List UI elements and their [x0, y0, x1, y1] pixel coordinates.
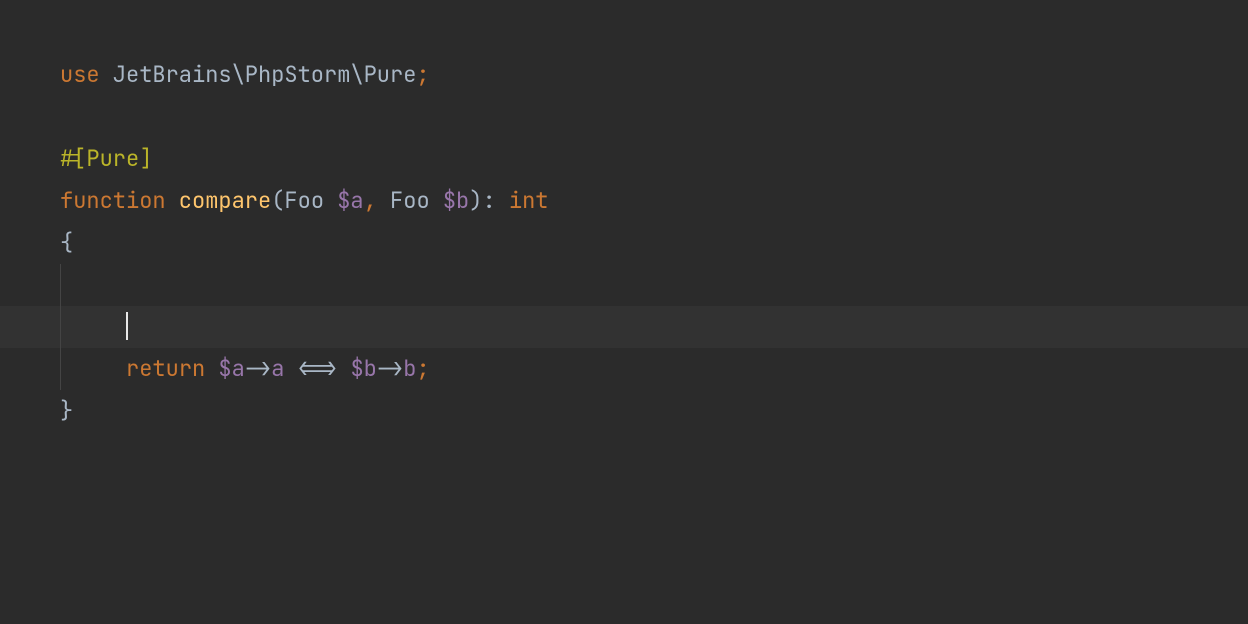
- property: b: [403, 354, 416, 383]
- code-editor[interactable]: use JetBrains\PhpStorm\Pure; #[Pure] fun…: [0, 0, 1248, 624]
- indent: [60, 354, 126, 383]
- return-type: int: [509, 186, 549, 215]
- keyword-use: use: [60, 60, 100, 89]
- param-type: Foo: [284, 186, 337, 215]
- variable: $a: [218, 354, 244, 383]
- indent: [60, 312, 126, 341]
- arrow-op: ->: [245, 354, 271, 383]
- paren-open: (: [271, 186, 284, 215]
- keyword-return: return: [126, 354, 205, 383]
- spaceship-op: <=>: [284, 354, 350, 383]
- param-type: Foo: [377, 186, 443, 215]
- brace-open: {: [60, 228, 73, 257]
- code-line-blank[interactable]: [60, 96, 1248, 138]
- param-var: $b: [443, 186, 469, 215]
- code-line[interactable]: #[Pure]: [60, 138, 1248, 180]
- space: [205, 354, 218, 383]
- keyword-function: function: [60, 186, 166, 215]
- code-line[interactable]: }: [60, 390, 1248, 432]
- code-line[interactable]: use JetBrains\PhpStorm\Pure;: [60, 54, 1248, 96]
- return-colon: :: [482, 186, 508, 215]
- comma: ,: [364, 186, 377, 215]
- namespace: JetBrains\PhpStorm\Pure: [100, 60, 417, 89]
- semicolon: ;: [416, 60, 429, 89]
- paren-close: ): [469, 186, 482, 215]
- property: a: [271, 354, 284, 383]
- code-line[interactable]: {: [60, 222, 1248, 264]
- arrow-op: ->: [377, 354, 403, 383]
- brace-close: }: [60, 396, 73, 425]
- attribute: #[Pure]: [60, 144, 152, 173]
- semicolon: ;: [416, 354, 429, 383]
- code-line-cursor[interactable]: [60, 306, 1248, 348]
- param-var: $a: [337, 186, 363, 215]
- code-line-blank[interactable]: [60, 264, 1248, 306]
- variable: $b: [350, 354, 376, 383]
- code-line[interactable]: function compare(Foo $a, Foo $b): int: [60, 180, 1248, 222]
- caret-icon: [126, 312, 128, 340]
- function-name: compare: [166, 186, 272, 215]
- code-line[interactable]: return $a->a <=> $b->b;: [60, 348, 1248, 390]
